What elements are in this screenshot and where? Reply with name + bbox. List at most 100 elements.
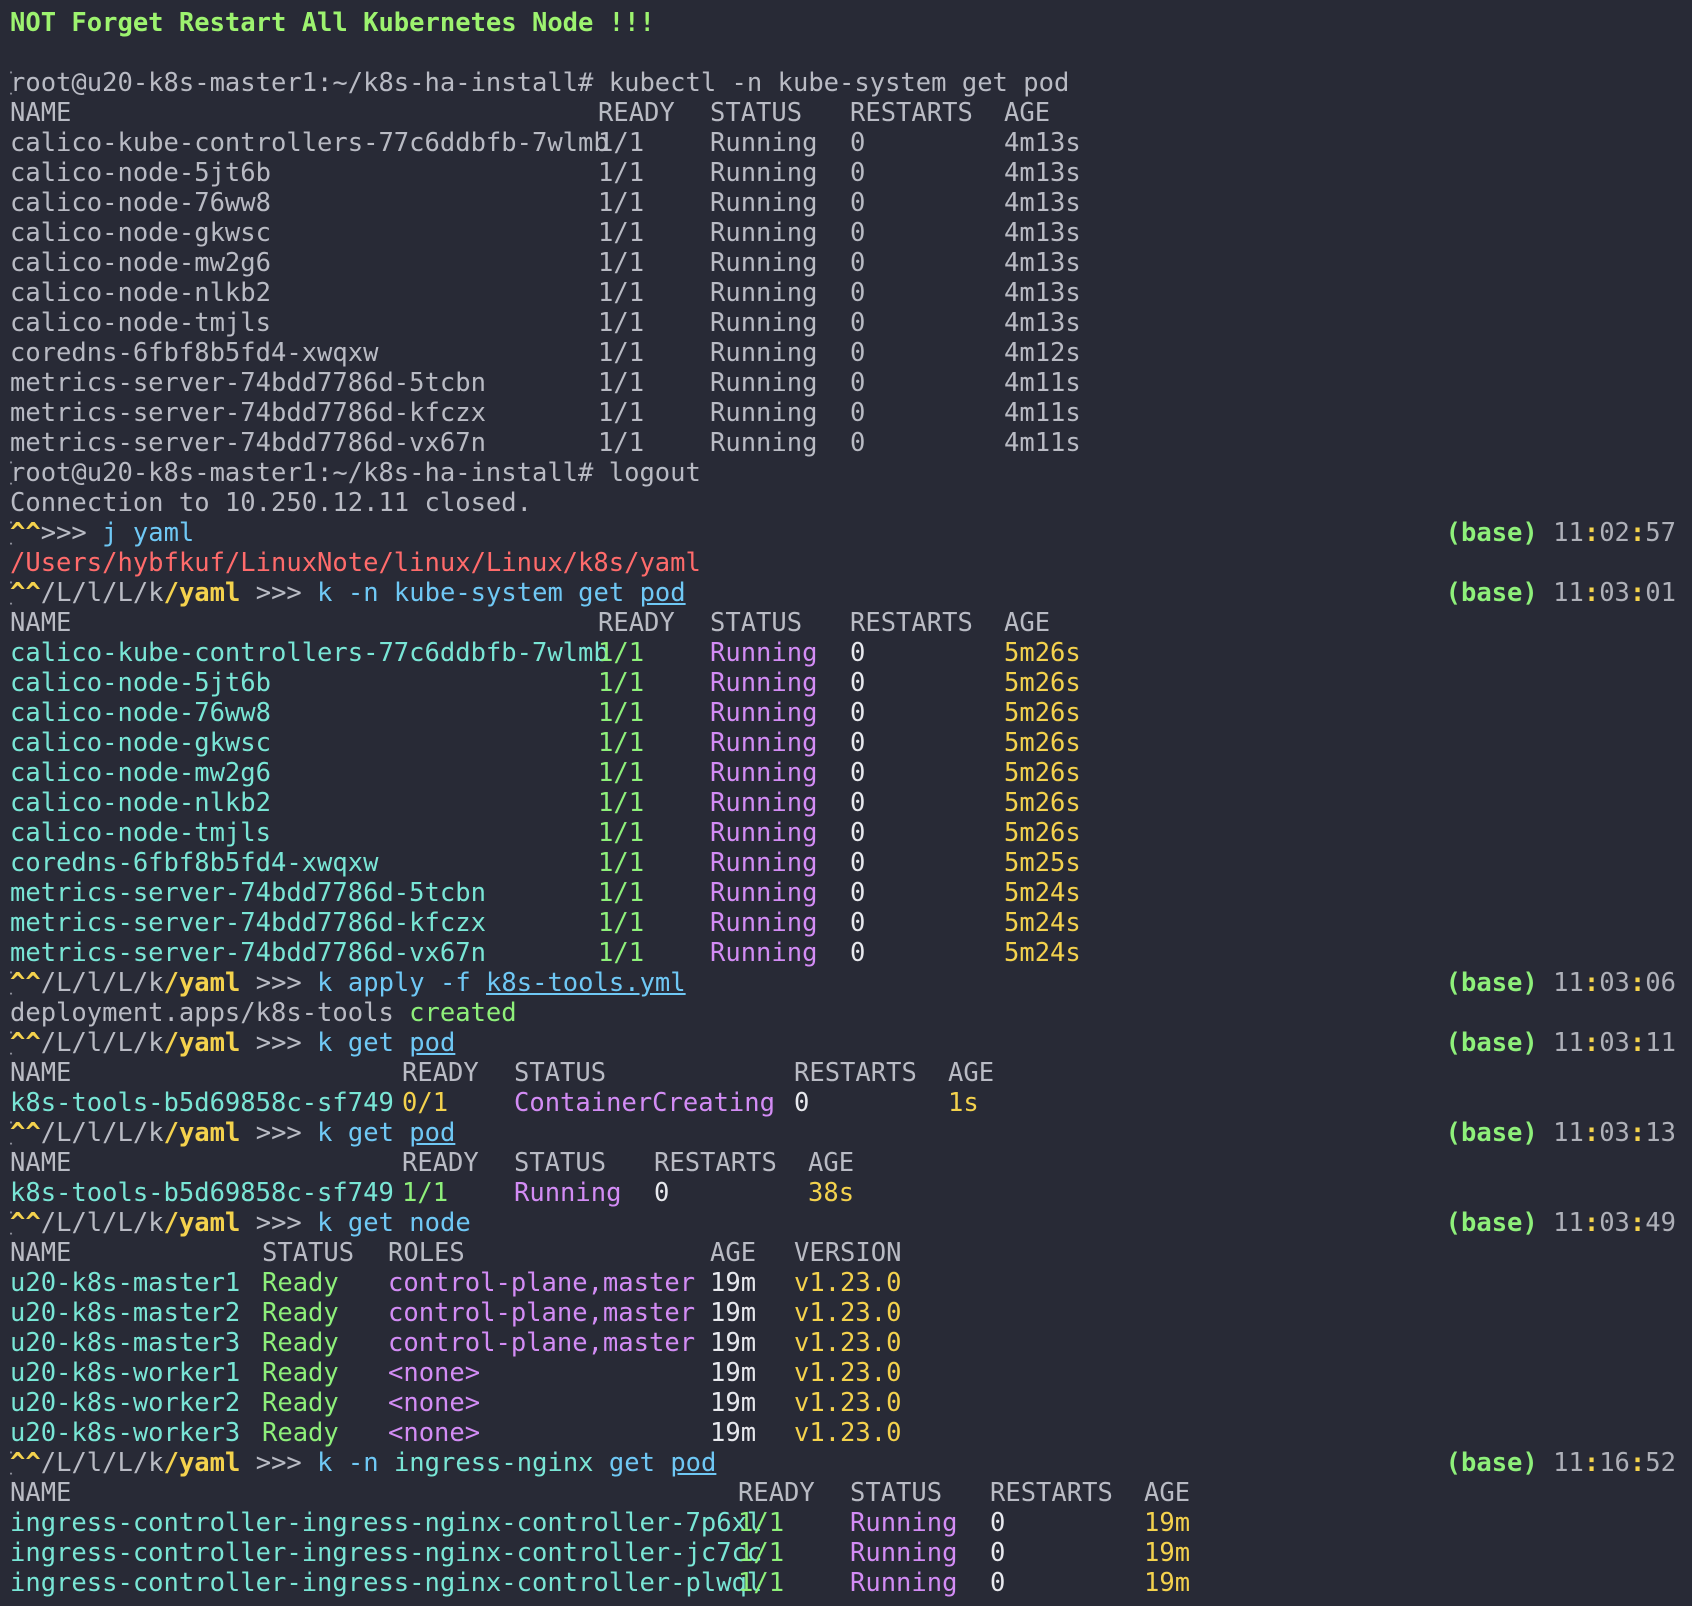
command-line: [root@u20-k8s-master1:~/k8s-ha-install# … bbox=[10, 68, 1692, 98]
pod-name: calico-node-nlkb2 bbox=[10, 788, 271, 818]
table-row: k8s-tools-b5d69858c-sf749 0/1 ContainerCre… bbox=[10, 1088, 1692, 1118]
pod-name: calico-node-tmjls bbox=[10, 308, 271, 338]
table-row: u20-k8s-worker2 Ready <none> 19m v1.23.0 bbox=[10, 1388, 1692, 1418]
prompt-path-seg: /L bbox=[40, 578, 72, 608]
prompt-path-seg: /k bbox=[132, 968, 164, 998]
pod-status: Running bbox=[850, 1538, 958, 1568]
prompt-path-seg: /L bbox=[40, 1208, 72, 1238]
bracket-marker: [ bbox=[10, 1208, 16, 1238]
table-row: calico-kube-controllers-77c6ddbfb-7wlmb 1… bbox=[10, 128, 1692, 158]
pod-name: ingress-controller-ingress-nginx-control… bbox=[10, 1538, 763, 1568]
clock-second: 52 bbox=[1645, 1448, 1676, 1478]
conda-env: (base) bbox=[1445, 518, 1538, 548]
pod-restarts: 0 bbox=[850, 308, 866, 338]
clock-minute: 03 bbox=[1599, 578, 1630, 608]
pod-status: Running bbox=[710, 818, 818, 848]
pod-ready: 1/1 bbox=[598, 338, 645, 368]
table-header: NAME READY STATUS RESTARTS AGE bbox=[10, 1148, 1692, 1178]
table-row: u20-k8s-worker3 Ready <none> 19m v1.23.0 bbox=[10, 1418, 1692, 1448]
command-args: -n kube-system get bbox=[347, 578, 625, 608]
node-name: u20-k8s-master1 bbox=[10, 1268, 241, 1298]
pod-restarts: 0 bbox=[850, 638, 866, 668]
header-cell: STATUS bbox=[710, 98, 803, 128]
pod-restarts: 0 bbox=[990, 1538, 1006, 1568]
pod-name: calico-node-76ww8 bbox=[10, 698, 271, 728]
pod-name: k8s-tools-b5d69858c-sf749 bbox=[10, 1088, 394, 1118]
clock-second: 49 bbox=[1645, 1208, 1676, 1238]
node-version: v1.23.0 bbox=[794, 1358, 902, 1388]
pod-restarts: 0 bbox=[850, 758, 866, 788]
command-text: root@u20-k8s-master1:~/k8s-ha-install# k… bbox=[10, 68, 1070, 98]
conda-env: (base) bbox=[1445, 1028, 1538, 1058]
bracket-marker: [ bbox=[10, 968, 16, 998]
pod-ready: 1/1 bbox=[598, 698, 645, 728]
table-header: NAME READY STATUS RESTARTS AGE bbox=[10, 1058, 1692, 1088]
pod-status: Running bbox=[710, 638, 818, 668]
prompt-arrows: >>> bbox=[255, 968, 302, 998]
node-name: u20-k8s-master3 bbox=[10, 1328, 241, 1358]
node-roles: control-plane,master bbox=[388, 1268, 696, 1298]
table-row: calico-kube-controllers-77c6ddbfb-7wlmb 1… bbox=[10, 638, 1692, 668]
pod-name: metrics-server-74bdd7786d-vx67n bbox=[10, 938, 486, 968]
pod-restarts: 0 bbox=[850, 878, 866, 908]
clock-minute: 03 bbox=[1599, 1118, 1630, 1148]
pod-age: 1s bbox=[948, 1088, 979, 1118]
conda-env: (base) bbox=[1445, 1118, 1538, 1148]
pod-status: Running bbox=[710, 188, 818, 218]
node-name: u20-k8s-worker1 bbox=[10, 1358, 241, 1388]
pod-restarts: 0 bbox=[850, 848, 866, 878]
pod-age: 5m26s bbox=[1004, 638, 1081, 668]
prompt-rprompt: (base) 11:03:13 bbox=[1445, 1118, 1676, 1148]
pod-name: calico-node-5jt6b bbox=[10, 158, 271, 188]
prompt-path-seg: /L bbox=[102, 1118, 133, 1148]
node-roles: control-plane,master bbox=[388, 1328, 696, 1358]
command-args: get bbox=[347, 1028, 394, 1058]
pod-restarts: 0 bbox=[990, 1568, 1006, 1598]
prompt-path-current: /yaml bbox=[163, 578, 241, 608]
header-cell: RESTARTS bbox=[794, 1058, 917, 1088]
node-age: 19m bbox=[710, 1418, 757, 1448]
header-cell: NAME bbox=[10, 1148, 72, 1178]
pod-status: Running bbox=[850, 1508, 958, 1538]
prompt-path-current: /yaml bbox=[163, 1028, 241, 1058]
pod-name: calico-kube-controllers-77c6ddbfb-7wlmb bbox=[10, 128, 609, 158]
pod-status: Running bbox=[710, 878, 818, 908]
bracket-marker: [ bbox=[10, 1028, 16, 1058]
pod-age: 4m13s bbox=[1004, 248, 1081, 278]
command-name: j bbox=[102, 518, 118, 548]
pod-status: Running bbox=[710, 368, 818, 398]
command-file-link[interactable]: k8s-tools.yml bbox=[486, 968, 686, 998]
pod-restarts: 0 bbox=[850, 698, 866, 728]
pod-status: Running bbox=[710, 758, 818, 788]
apply-output: deployment.apps/k8s-tools created bbox=[10, 998, 1692, 1028]
pod-age: 5m26s bbox=[1004, 668, 1081, 698]
pod-ready: 1/1 bbox=[598, 398, 645, 428]
node-status: Ready bbox=[262, 1328, 339, 1358]
clock-hour: 11 bbox=[1553, 518, 1584, 548]
command-flag: -n bbox=[347, 1448, 379, 1478]
table-row: calico-node-nlkb2 1/1 Running 0 4m13s bbox=[10, 278, 1692, 308]
header-cell: AGE bbox=[1004, 98, 1051, 128]
pod-age: 19m bbox=[1144, 1538, 1191, 1568]
prompt-path-current: /yaml bbox=[163, 1118, 241, 1148]
pod-age: 5m25s bbox=[1004, 848, 1081, 878]
pod-status: Running bbox=[710, 308, 818, 338]
clock-second: 11 bbox=[1645, 1028, 1676, 1058]
prompt-rprompt: (base) 11:03:49 bbox=[1445, 1208, 1676, 1238]
clock-minute: 16 bbox=[1599, 1448, 1630, 1478]
header-cell: AGE bbox=[1004, 608, 1051, 638]
prompt-path-seg: /l bbox=[71, 1448, 103, 1478]
terminal-window[interactable]: NOT Forget Restart All Kubernetes Node !… bbox=[0, 0, 1692, 1606]
clock-second: 06 bbox=[1645, 968, 1676, 998]
node-age: 19m bbox=[710, 1328, 757, 1358]
command-args: yaml bbox=[132, 518, 195, 548]
table-row: ingress-controller-ingress-nginx-control… bbox=[10, 1568, 1692, 1598]
header-cell: AGE bbox=[710, 1238, 757, 1268]
pod-age: 19m bbox=[1144, 1508, 1191, 1538]
command-name: k bbox=[317, 968, 333, 998]
table-row: calico-node-tmjls 1/1 Running 0 4m13s bbox=[10, 308, 1692, 338]
pod-ready: 1/1 bbox=[402, 1178, 449, 1208]
prompt-line: [^^/L/l/L/k/yaml >>> k get node(base) 11… bbox=[10, 1208, 1692, 1238]
table-row: coredns-6fbf8b5fd4-xwqxw 1/1 Running 0 4m12s bbox=[10, 338, 1692, 368]
